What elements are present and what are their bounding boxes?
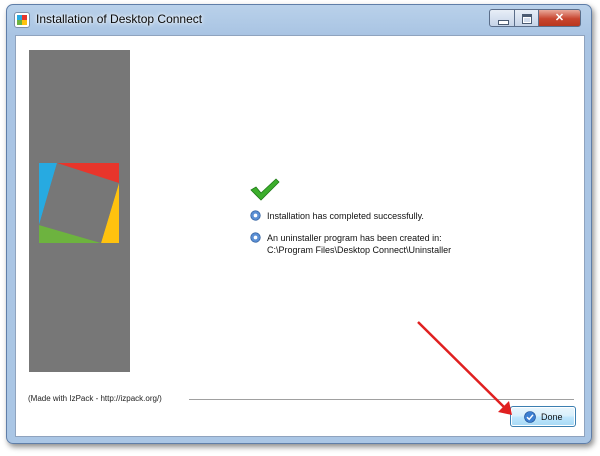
footer-separator (189, 399, 574, 401)
side-panel (29, 50, 130, 372)
done-button-label: Done (541, 412, 563, 422)
installer-app-icon (14, 12, 30, 28)
minimize-button[interactable] (489, 9, 515, 27)
success-message: Installation has completed successfully. (267, 211, 424, 221)
uninstaller-message-text: An uninstaller program has been created … (267, 233, 442, 243)
installer-content: Installation has completed successfully.… (15, 35, 585, 437)
window-title: Installation of Desktop Connect (36, 12, 203, 26)
maximize-button[interactable] (514, 9, 539, 27)
green-checkmark-icon (250, 178, 280, 201)
installer-window: Installation of Desktop Connect Installa… (6, 4, 592, 444)
title-bar[interactable]: Installation of Desktop Connect (7, 5, 591, 33)
uninstaller-message: An uninstaller program has been created … (267, 232, 451, 256)
logo-icon (39, 163, 119, 243)
close-button[interactable] (538, 9, 581, 27)
gear-bullet-icon (250, 210, 261, 221)
made-with-izpack-text: (Made with IzPack - http://izpack.org/) (28, 394, 162, 403)
done-button[interactable]: Done (510, 406, 576, 427)
gear-bullet-icon (250, 232, 261, 243)
checkmark-circle-icon (524, 411, 536, 423)
uninstaller-path: C:\Program Files\Desktop Connect\Uninsta… (267, 245, 452, 255)
